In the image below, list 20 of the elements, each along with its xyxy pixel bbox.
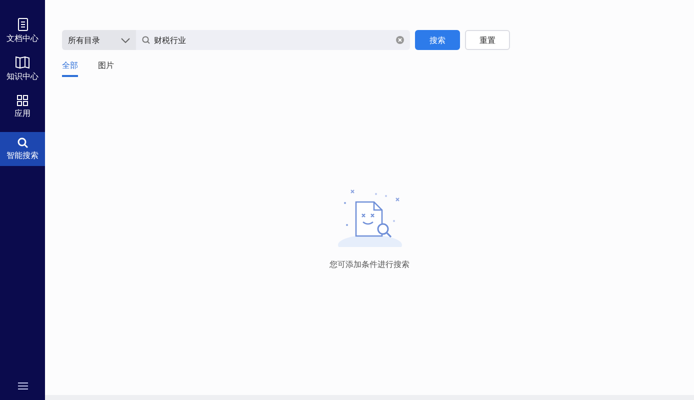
document-icon [16,18,28,31]
search-icon [17,137,28,148]
clear-icon[interactable] [396,36,404,44]
search-button[interactable]: 搜索 [415,30,460,50]
menu-icon[interactable] [18,382,28,390]
chevron-down-icon [121,38,130,42]
sidebar-item[interactable]: 知识中心 [0,52,45,86]
reset-button[interactable]: 重置 [465,30,510,50]
horizontal-scrollbar[interactable] [45,395,694,400]
tab[interactable]: 全部 [62,60,78,77]
search-icon [142,36,150,44]
empty-state-message: 您可添加条件进行搜索 [330,259,410,270]
search-field[interactable]: 财税行业 [136,30,410,50]
tab[interactable]: 图片 [98,60,114,77]
sidebar-item[interactable]: 智能搜索 [0,132,45,166]
scope-dropdown[interactable]: 所有目录 [62,30,136,50]
sidebar-item[interactable]: 文档中心 [0,14,45,48]
sidebar-item[interactable]: 应用 [0,90,45,124]
book-icon [15,56,30,69]
grid-icon [17,95,28,106]
